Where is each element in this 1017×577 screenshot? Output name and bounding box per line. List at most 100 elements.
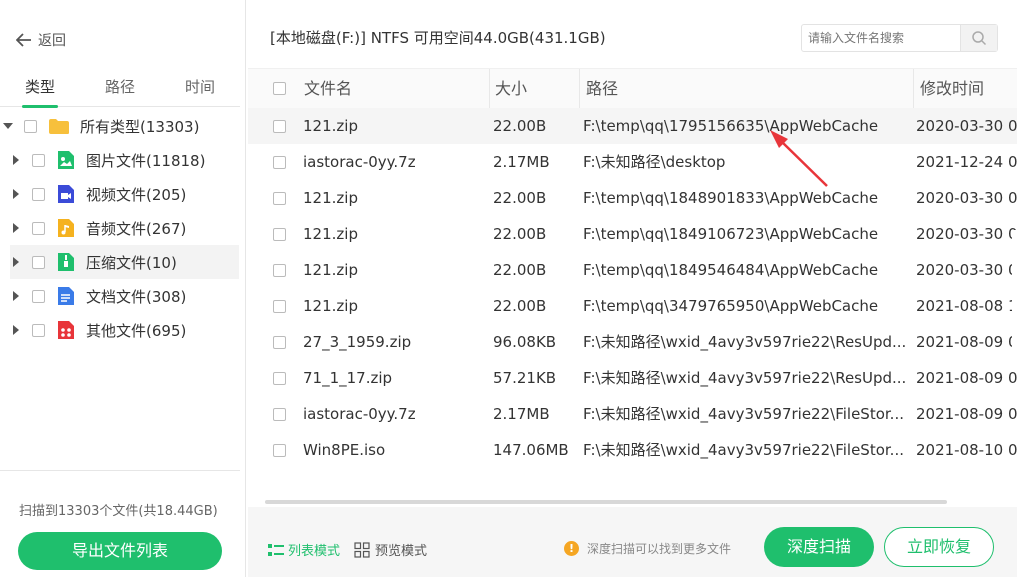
- list-mode-toggle[interactable]: 列表模式: [268, 540, 340, 559]
- vertical-scrollbar[interactable]: [1012, 230, 1017, 350]
- tip-text: 深度扫描可以找到更多文件: [587, 542, 732, 556]
- checkbox[interactable]: [32, 221, 45, 235]
- arrow-left-icon: [16, 33, 31, 47]
- checkbox[interactable]: [32, 255, 45, 269]
- file-size: 57.21KB: [493, 369, 557, 387]
- table-row[interactable]: 27_3_1959.zip 96.08KB F:\未知路径\wxid_4avy3…: [248, 324, 1017, 360]
- file-size: 22.00B: [493, 189, 547, 207]
- file-modified: 2021-08-08 1: [916, 297, 1017, 315]
- document-file-icon: [57, 286, 77, 306]
- list-view-icon: [268, 543, 284, 556]
- column-divider: [489, 69, 490, 109]
- other-file-icon: [57, 320, 77, 340]
- file-size: 96.08KB: [493, 333, 557, 351]
- expand-toggle-icon[interactable]: [13, 223, 19, 233]
- file-type-tree: 所有类型(13303) 图片文件(11818) 视频文件(205) 音频文件(2…: [0, 109, 240, 347]
- file-size: 22.00B: [493, 117, 547, 135]
- file-name: 121.zip: [303, 225, 358, 243]
- row-checkbox[interactable]: [273, 408, 286, 421]
- checkbox[interactable]: [32, 289, 45, 303]
- export-file-list-button[interactable]: 导出文件列表: [18, 532, 222, 570]
- file-modified: 2021-08-09 0: [916, 333, 1017, 351]
- preview-mode-toggle[interactable]: 预览模式: [354, 540, 427, 559]
- warning-icon: !: [564, 541, 579, 556]
- search-icon: [972, 31, 987, 46]
- table-row[interactable]: 121.zip 22.00B F:\temp\qq\3479765950\App…: [248, 288, 1017, 324]
- column-header-size[interactable]: 大小: [495, 69, 527, 109]
- column-header-modified[interactable]: 修改时间: [920, 69, 984, 109]
- file-modified: 2020-03-30 0: [916, 261, 1017, 279]
- file-size: 22.00B: [493, 261, 547, 279]
- row-checkbox[interactable]: [273, 300, 286, 313]
- tree-label: 音频文件(267): [86, 219, 187, 238]
- file-size: 22.00B: [493, 297, 547, 315]
- expand-toggle-icon[interactable]: [13, 257, 19, 267]
- table-row[interactable]: iastorac-0yy.7z 2.17MB F:\未知路径\desktop 2…: [248, 144, 1017, 180]
- checkbox[interactable]: [24, 119, 37, 133]
- tree-item-audio[interactable]: 音频文件(267): [0, 211, 240, 245]
- list-mode-label: 列表模式: [288, 544, 341, 559]
- tree-item-archives[interactable]: 压缩文件(10): [10, 245, 239, 279]
- table-row[interactable]: 121.zip 22.00B F:\temp\qq\1849546484\App…: [248, 252, 1017, 288]
- file-name: 121.zip: [303, 117, 358, 135]
- tab-time[interactable]: 时间: [160, 72, 240, 106]
- deep-scan-button[interactable]: 深度扫描: [764, 527, 874, 567]
- file-path: F:\未知路径\wxid_4avy3v597rie22\ResUpd...: [583, 369, 907, 387]
- expand-toggle-icon[interactable]: [13, 155, 19, 165]
- row-checkbox[interactable]: [273, 444, 286, 457]
- file-name: 71_1_17.zip: [303, 369, 393, 387]
- checkbox[interactable]: [32, 153, 45, 167]
- back-button[interactable]: 返回: [16, 30, 66, 50]
- column-header-path[interactable]: 路径: [586, 69, 618, 109]
- table-row[interactable]: 121.zip 22.00B F:\temp\qq\1795156635\App…: [248, 108, 1017, 144]
- row-checkbox[interactable]: [273, 264, 286, 277]
- table-row[interactable]: 71_1_17.zip 57.21KB F:\未知路径\wxid_4avy3v5…: [248, 360, 1017, 396]
- expand-toggle-icon[interactable]: [13, 291, 19, 301]
- expand-toggle-icon[interactable]: [13, 325, 19, 335]
- file-size: 147.06MB: [493, 441, 569, 459]
- expand-toggle-icon[interactable]: [13, 189, 19, 199]
- tree-label: 压缩文件(10): [86, 253, 177, 272]
- row-checkbox[interactable]: [273, 228, 286, 241]
- row-checkbox[interactable]: [273, 372, 286, 385]
- disk-info: [本地磁盘(F:)] NTFS 可用空间44.0GB(431.1GB): [270, 29, 606, 47]
- row-checkbox[interactable]: [273, 120, 286, 133]
- back-label: 返回: [38, 33, 66, 49]
- file-path: F:\temp\qq\3479765950\AppWebCache: [583, 297, 879, 315]
- checkbox[interactable]: [32, 187, 45, 201]
- file-path: F:\未知路径\wxid_4avy3v597rie22\ResUpd...: [583, 333, 907, 351]
- expand-toggle-icon[interactable]: [3, 123, 13, 129]
- audio-file-icon: [57, 218, 77, 238]
- file-name: iastorac-0yy.7z: [303, 153, 416, 171]
- row-checkbox[interactable]: [273, 336, 286, 349]
- file-name: Win8PE.iso: [303, 441, 386, 459]
- search-input[interactable]: [802, 25, 960, 51]
- file-modified: 2021-12-24 0: [916, 153, 1017, 171]
- file-path: F:\temp\qq\1849106723\AppWebCache: [583, 225, 879, 243]
- row-checkbox[interactable]: [273, 192, 286, 205]
- tree-item-images[interactable]: 图片文件(11818): [0, 143, 240, 177]
- file-modified: 2021-08-09 0: [916, 405, 1017, 423]
- tree-item-all-types[interactable]: 所有类型(13303): [0, 109, 240, 143]
- table-row[interactable]: iastorac-0yy.7z 2.17MB F:\未知路径\wxid_4avy…: [248, 396, 1017, 432]
- table-row[interactable]: Win8PE.iso 147.06MB F:\未知路径\wxid_4avy3v5…: [248, 432, 1017, 468]
- table-header: 文件名 大小 路径 修改时间: [248, 68, 1017, 110]
- tree-label: 图片文件(11818): [86, 151, 206, 170]
- table-row[interactable]: 121.zip 22.00B F:\temp\qq\1849106723\App…: [248, 216, 1017, 252]
- table-row[interactable]: 121.zip 22.00B F:\temp\qq\1848901833\App…: [248, 180, 1017, 216]
- checkbox[interactable]: [32, 323, 45, 337]
- row-checkbox[interactable]: [273, 156, 286, 169]
- search-button[interactable]: [960, 25, 997, 51]
- tree-item-documents[interactable]: 文档文件(308): [0, 279, 240, 313]
- tab-path[interactable]: 路径: [80, 72, 160, 106]
- tree-item-videos[interactable]: 视频文件(205): [0, 177, 240, 211]
- recover-now-button[interactable]: 立即恢复: [884, 527, 994, 567]
- select-all-checkbox[interactable]: [273, 82, 286, 95]
- file-modified: 2021-08-09 0: [916, 369, 1017, 387]
- folder-icon: [48, 118, 70, 135]
- tree-item-others[interactable]: 其他文件(695): [0, 313, 240, 347]
- tab-type[interactable]: 类型: [0, 72, 80, 108]
- archive-file-icon: [57, 252, 77, 272]
- column-header-name[interactable]: 文件名: [304, 69, 352, 109]
- horizontal-scrollbar[interactable]: [265, 500, 947, 504]
